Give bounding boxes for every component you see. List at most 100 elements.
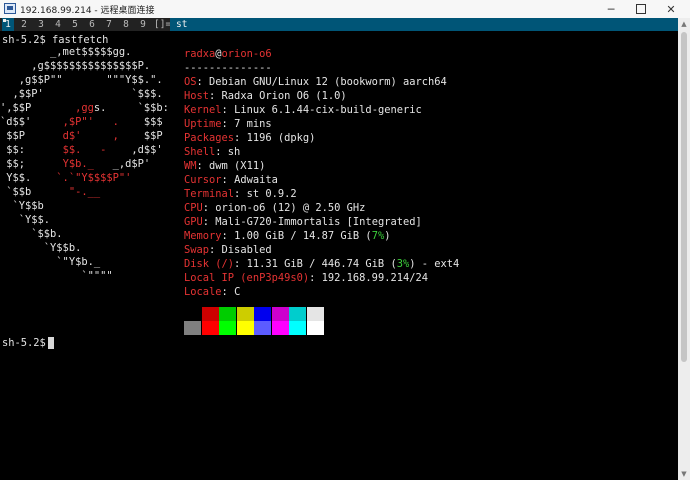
info-key: Disk (/) xyxy=(184,258,235,270)
terminal[interactable]: sh-5.2$ fastfetch _,met$$$$$gg. ,g$$$$$$… xyxy=(0,31,678,480)
logo-line: $$P d$' , $$P xyxy=(0,130,163,142)
palette-swatch xyxy=(201,307,219,321)
tag-1[interactable]: 1 xyxy=(2,18,14,31)
info-value-tail: ) - ext4 xyxy=(409,258,460,270)
logo-line: ,g$$P"" """Y$$.". xyxy=(0,74,163,86)
window-title: 192.168.99.214 - 远程桌面连接 xyxy=(20,6,155,16)
palette-swatch xyxy=(219,307,236,321)
logo-line: `"Y$b._ xyxy=(0,256,101,268)
focused-window-title: st xyxy=(170,18,678,31)
info-host: Host: Radxa Orion O6 (1.0) xyxy=(184,90,347,102)
info-key: Packages xyxy=(184,132,235,144)
info-os: OS: Debian GNU/Linux 12 (bookworm) aarch… xyxy=(184,76,447,88)
info-terminal: Terminal: st 0.9.2 xyxy=(184,188,297,200)
palette-swatch xyxy=(306,307,324,321)
info-wm: WM: dwm (X11) xyxy=(184,160,266,172)
minimize-icon: ─ xyxy=(607,2,615,16)
tag-7[interactable]: 7 xyxy=(103,18,115,31)
maximize-icon xyxy=(636,4,646,14)
tag-9[interactable]: 9 xyxy=(137,18,149,31)
info-key: Uptime xyxy=(184,118,222,130)
info-value: Mali-G720-Immortalis [Integrated] xyxy=(215,216,422,228)
info-key: Kernel xyxy=(184,104,222,116)
info-value: Adwaita xyxy=(234,174,278,186)
logo-line: $$: $$. - ,d$$' xyxy=(0,144,163,156)
info-key: Terminal xyxy=(184,188,235,200)
palette-swatch xyxy=(236,321,254,335)
info-key: OS xyxy=(184,76,197,88)
info-key: GPU xyxy=(184,216,203,228)
info-locale: Locale: C xyxy=(184,286,241,298)
user-host: radxa@orion-o6 xyxy=(184,47,272,61)
info-value: 1.00 GiB / 14.87 GiB ( xyxy=(234,230,372,242)
info-uptime: Uptime: 7 mins xyxy=(184,118,272,130)
info-value: sh xyxy=(227,146,241,158)
logo-line: `Y$$b xyxy=(0,200,44,212)
dwm-bar: 1 2 3 4 5 6 7 8 9 []= st xyxy=(0,18,678,31)
info-disk: Disk (/): 11.31 GiB / 446.74 GiB (3%) - … xyxy=(184,258,460,270)
logo-line: `"""" xyxy=(0,270,113,282)
close-icon: ✕ xyxy=(666,2,676,16)
info-key: Locale xyxy=(184,286,222,298)
tag-5[interactable]: 5 xyxy=(69,18,81,31)
window-titlebar: 192.168.99.214 - 远程桌面连接 ─ ✕ xyxy=(0,0,690,18)
info-kernel: Kernel: Linux 6.1.44-cix-build-generic xyxy=(184,104,422,116)
scrollbar[interactable]: ▲ ▼ xyxy=(678,18,690,480)
info-value: 7 mins xyxy=(234,118,272,130)
maximize-button[interactable] xyxy=(626,0,656,18)
palette-swatch xyxy=(236,307,254,321)
logo-line: ',$$P ,ggs. `$$b: xyxy=(0,102,169,114)
close-button[interactable]: ✕ xyxy=(656,0,686,18)
info-key: Shell xyxy=(184,146,216,158)
palette-swatch xyxy=(219,321,236,335)
shell-prompt: sh-5.2$ xyxy=(2,337,53,349)
info-key: Local IP (enP3p49s0) xyxy=(184,272,310,284)
logo-line: ,g$$$$$$$$$$$$$$$P. xyxy=(0,60,151,72)
logo-line: _,met$$$$$gg. xyxy=(0,46,132,58)
palette-swatch xyxy=(254,321,271,335)
info-value: Disabled xyxy=(221,244,272,256)
info-local-ip: Local IP (enP3p49s0): 192.168.99.214/24 xyxy=(184,272,428,284)
logo-line: `$$b. xyxy=(0,228,63,240)
tag-6[interactable]: 6 xyxy=(86,18,98,31)
info-key: WM xyxy=(184,160,197,172)
info-cpu: CPU: orion-o6 (12) @ 2.50 GHz xyxy=(184,202,366,214)
logo-line: $$; Y$b._ _,d$P' xyxy=(0,158,151,170)
info-value-tail: ) xyxy=(384,230,391,242)
tag-8[interactable]: 8 xyxy=(120,18,132,31)
info-value: Radxa Orion O6 (1.0) xyxy=(221,90,347,102)
scroll-down-icon[interactable]: ▼ xyxy=(678,468,690,480)
info-value: orion-o6 (12) @ 2.50 GHz xyxy=(215,202,366,214)
tag-4[interactable]: 4 xyxy=(52,18,64,31)
palette-swatch xyxy=(254,307,271,321)
info-value: dwm (X11) xyxy=(209,160,266,172)
info-value: st 0.9.2 xyxy=(246,188,297,200)
info-key: Cursor xyxy=(184,174,222,186)
info-value: 192.168.99.214/24 xyxy=(321,272,428,284)
info-value: Debian GNU/Linux 12 (bookworm) aarch64 xyxy=(209,76,447,88)
logo-line: `$$b "-.__ xyxy=(0,186,101,198)
info-value: 11.31 GiB / 446.74 GiB ( xyxy=(246,258,397,270)
terminal-cursor xyxy=(48,337,54,349)
info-memory: Memory: 1.00 GiB / 14.87 GiB (7%) xyxy=(184,230,391,242)
logo-line: `d$$' ,$P"' . $$$ xyxy=(0,116,163,128)
minimize-button[interactable]: ─ xyxy=(596,0,626,18)
tag-3[interactable]: 3 xyxy=(35,18,47,31)
info-key: CPU xyxy=(184,202,203,214)
hostname: orion-o6 xyxy=(221,48,272,60)
palette-swatch xyxy=(201,321,219,335)
palette-swatch xyxy=(271,321,289,335)
scroll-up-icon[interactable]: ▲ xyxy=(678,18,690,30)
username: radxa xyxy=(184,48,216,60)
info-cursor: Cursor: Adwaita xyxy=(184,174,278,186)
scrollbar-thumb[interactable] xyxy=(681,32,687,362)
palette-swatch xyxy=(306,321,324,335)
info-value: C xyxy=(234,286,241,298)
layout-symbol[interactable]: []= xyxy=(154,18,171,31)
tag-2[interactable]: 2 xyxy=(18,18,30,31)
info-shell: Shell: sh xyxy=(184,146,241,158)
info-packages: Packages: 1196 (dpkg) xyxy=(184,132,316,144)
info-swap: Swap: Disabled xyxy=(184,244,272,256)
logo-line: `Y$$b. xyxy=(0,242,82,254)
memory-percent: 7% xyxy=(371,230,385,242)
